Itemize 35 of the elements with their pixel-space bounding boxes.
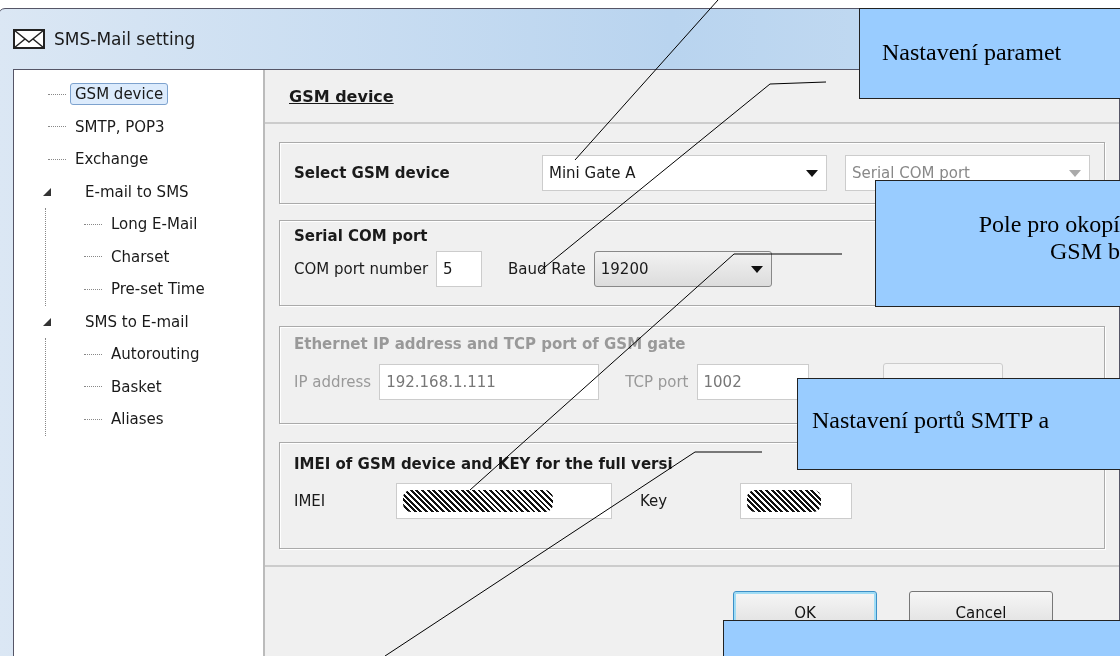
tree-item[interactable]: Charset	[106, 245, 175, 268]
page-heading: GSM device	[289, 86, 394, 106]
tree-item[interactable]: GSM device	[70, 83, 169, 106]
dropdown-arrow-icon	[806, 169, 818, 177]
callout-text: Nastavení paramet	[882, 39, 1063, 66]
callout-text: Nastavení portů SMTP a	[812, 407, 1051, 434]
callout-text: GSM b	[1048, 238, 1120, 265]
field-label: Key	[640, 492, 669, 510]
tree-item[interactable]: Aliases	[106, 408, 169, 431]
field-label: TCP port	[625, 373, 689, 391]
tree-item[interactable]: E-mail to SMS	[80, 180, 194, 203]
input-field[interactable]	[740, 483, 852, 519]
input-field[interactable]	[396, 483, 612, 519]
field-label: Baud Rate	[508, 260, 586, 278]
callout-text: Pole pro okopí	[977, 211, 1120, 238]
window-title: SMS-Mail setting	[54, 29, 196, 49]
dropdown-arrow-icon	[1069, 169, 1081, 177]
field-label: Select GSM device	[294, 164, 451, 182]
tree-item[interactable]: Basket	[106, 375, 167, 398]
dropdown-arrow-icon	[750, 265, 763, 273]
group-title: IMEI of GSM device and KEY for the full versi	[294, 455, 673, 473]
tree-item[interactable]: SMTP, POP3	[70, 115, 170, 138]
tree-item[interactable]: Autorouting	[106, 343, 205, 366]
envelope-icon	[13, 29, 45, 49]
field-label: IP address	[294, 373, 372, 391]
tree-item[interactable]: Long E-Mail	[106, 213, 203, 236]
device-dropdown[interactable]: Mini Gate A	[542, 155, 827, 191]
baud-rate-dropdown[interactable]: 19200	[593, 251, 772, 287]
field-label: IMEI	[294, 492, 327, 510]
field-label: COM port number	[294, 260, 429, 278]
input-field[interactable]: 5	[436, 251, 483, 287]
tree-item[interactable]: Pre-set Time	[106, 278, 210, 301]
group-title: Serial COM port	[294, 227, 428, 245]
tree-item[interactable]: SMS to E-mail	[80, 310, 194, 333]
tree-item[interactable]: Exchange	[70, 148, 154, 171]
